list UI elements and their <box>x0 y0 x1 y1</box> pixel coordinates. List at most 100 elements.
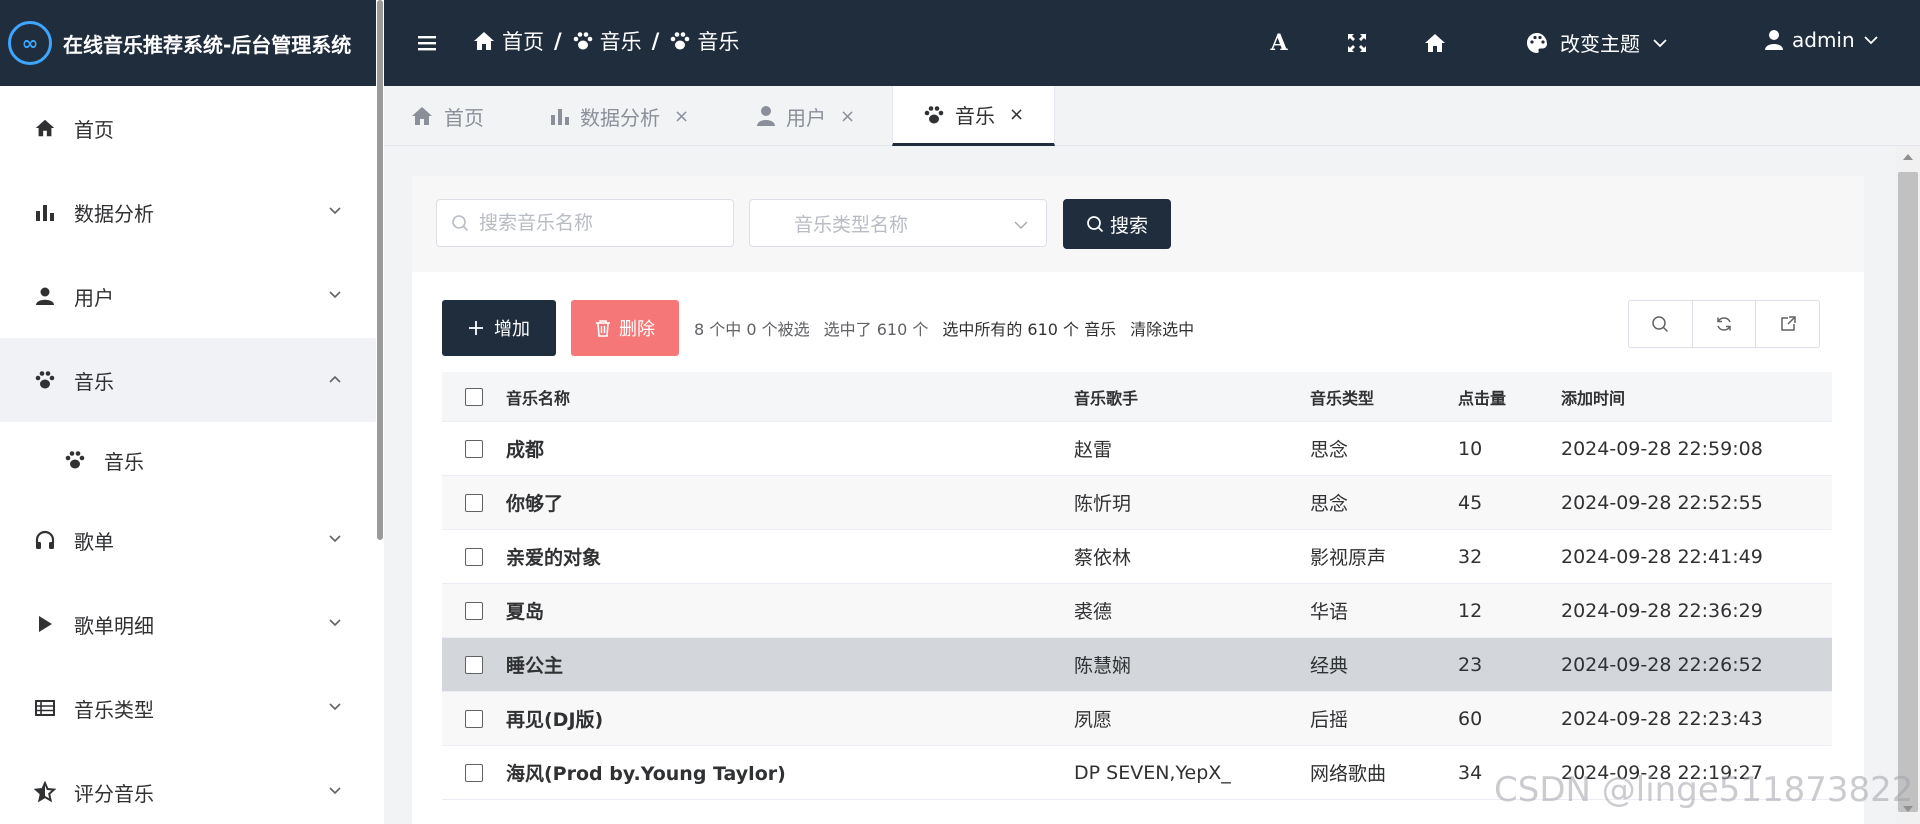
font-size-button[interactable]: A <box>1264 28 1294 58</box>
export-button[interactable] <box>1756 301 1819 347</box>
theme-dropdown[interactable]: 改变主题 <box>1526 28 1668 57</box>
sidebar-item-home[interactable]: 首页 <box>0 86 376 170</box>
breadcrumb-label: 音乐 <box>599 30 642 54</box>
music-name-search[interactable] <box>436 199 734 247</box>
tab-users[interactable]: 用户 × <box>756 86 855 146</box>
chevron-down-icon <box>1863 32 1879 48</box>
clear-selection-link[interactable]: 清除选中 <box>1130 316 1194 340</box>
fullscreen-icon <box>1342 28 1372 58</box>
table-row[interactable]: 亲爱的对象 蔡依林 影视原声 32 2024-09-28 22:41:49 <box>442 530 1832 584</box>
column-header[interactable]: 音乐歌手 <box>1074 385 1310 409</box>
music-name-link[interactable]: 再见(DJ版) <box>506 705 1074 732</box>
clicks-cell: 45 <box>1458 491 1483 514</box>
scroll-up-icon[interactable] <box>1903 154 1913 160</box>
table-header: 音乐名称 音乐歌手 音乐类型 点击量 添加时间 <box>442 372 1832 422</box>
user-dropdown[interactable]: admin <box>1764 28 1879 52</box>
page-scrollbar[interactable] <box>1896 146 1920 824</box>
music-type-select[interactable]: 音乐类型名称 <box>749 199 1047 247</box>
add-button-label: 增加 <box>494 319 530 340</box>
sidebar-item-users[interactable]: 用户 <box>0 254 376 338</box>
selected-total: 选中了 610 个 <box>823 320 929 339</box>
tab-label: 用户 <box>786 105 826 130</box>
row-checkbox[interactable] <box>465 763 483 782</box>
page-scrollbar-thumb[interactable] <box>1898 172 1918 812</box>
breadcrumb-music[interactable]: 音乐 <box>572 26 642 56</box>
paw-icon <box>34 369 56 391</box>
sidebar-item-rated-music[interactable]: 评分音乐 <box>0 750 376 824</box>
selection-count: 8 个中 0 个被选 <box>694 320 810 339</box>
watermark: CSDN @linge511873822 <box>1494 770 1914 810</box>
search-input[interactable] <box>479 212 719 234</box>
tab-music[interactable]: 音乐 × <box>892 86 1056 146</box>
export-icon <box>1779 315 1797 333</box>
home-icon <box>472 29 496 53</box>
select-all-link[interactable]: 选中所有的 610 个 音乐 <box>942 316 1116 340</box>
music-name-link[interactable]: 你够了 <box>506 489 1074 516</box>
theme-label: 改变主题 <box>1560 32 1640 56</box>
search-button[interactable]: 搜索 <box>1063 199 1171 249</box>
sidebar-subitem-label: 音乐 <box>104 449 144 474</box>
table-row[interactable]: 你够了 陈忻玥 思念 45 2024-09-28 22:52:55 <box>442 476 1832 530</box>
fullscreen-button[interactable] <box>1342 28 1372 58</box>
type-cell: 思念 <box>1310 439 1349 461</box>
table-row[interactable]: 夏岛 裘德 华语 12 2024-09-28 22:36:29 <box>442 584 1832 638</box>
music-name-link[interactable]: 睡公主 <box>506 651 1074 678</box>
row-checkbox[interactable] <box>465 601 483 620</box>
sidebar-item-analytics[interactable]: 数据分析 <box>0 170 376 254</box>
tab-bar: 首页 数据分析 × 用户 × 音乐 × <box>384 86 1920 146</box>
sidebar-item-playlist-details[interactable]: 歌单明细 <box>0 582 376 666</box>
chevron-down-icon <box>328 784 342 798</box>
delete-button[interactable]: 删除 <box>571 300 679 356</box>
sidebar-item-label: 用户 <box>74 285 114 310</box>
menu-toggle-icon[interactable] <box>416 33 438 53</box>
sidebar-subitem-music[interactable]: 音乐 <box>0 422 376 498</box>
music-name-link[interactable]: 亲爱的对象 <box>506 543 1074 570</box>
user-icon <box>1764 29 1784 51</box>
breadcrumb-music-current: 音乐 <box>669 26 739 56</box>
tab-analytics[interactable]: 数据分析 × <box>550 86 689 146</box>
add-button[interactable]: 增加 <box>442 300 556 356</box>
row-checkbox[interactable] <box>465 655 483 674</box>
column-header[interactable]: 音乐名称 <box>506 385 1074 409</box>
close-icon[interactable]: × <box>840 106 855 127</box>
toggle-search-button[interactable] <box>1629 301 1693 347</box>
time-cell: 2024-09-28 22:26:52 <box>1561 653 1763 676</box>
sidebar-item-playlists[interactable]: 歌单 <box>0 498 376 582</box>
row-checkbox[interactable] <box>465 709 483 728</box>
row-checkbox[interactable] <box>465 547 483 566</box>
row-checkbox[interactable] <box>465 439 483 458</box>
row-checkbox[interactable] <box>465 493 483 512</box>
tab-home[interactable]: 首页 <box>410 86 484 146</box>
app-title: 在线音乐推荐系统-后台管理系统 <box>63 32 352 57</box>
topbar: 首页 / 音乐 / 音乐 A 改变主题 admin <box>384 0 1920 86</box>
table-row[interactable]: 再见(DJ版) 夙愿 后摇 60 2024-09-28 22:23:43 <box>442 692 1832 746</box>
home-icon <box>1420 28 1450 58</box>
play-icon <box>34 613 56 635</box>
time-cell: 2024-09-28 22:36:29 <box>1561 599 1763 622</box>
music-name-link[interactable]: 海风(Prod by.Young Taylor) <box>506 759 1074 786</box>
table-row[interactable]: 睡公主 陈慧娴 经典 23 2024-09-28 22:26:52 <box>442 638 1832 692</box>
sidebar-scrollbar-thumb[interactable] <box>377 0 383 540</box>
bar-chart-icon <box>550 106 570 126</box>
music-name-link[interactable]: 成都 <box>506 435 1074 462</box>
table-row[interactable]: 成都 赵雷 思念 10 2024-09-28 22:59:08 <box>442 422 1832 476</box>
star-icon <box>34 781 56 803</box>
sidebar-item-music[interactable]: 音乐 <box>0 338 376 422</box>
column-header[interactable]: 添加时间 <box>1561 385 1832 409</box>
brand-header: ∞ 在线音乐推荐系统-后台管理系统 <box>0 0 376 86</box>
sidebar-scrollbar[interactable] <box>376 0 384 824</box>
close-icon[interactable]: × <box>674 106 689 127</box>
type-cell: 华语 <box>1310 601 1349 623</box>
close-icon[interactable]: × <box>1009 104 1024 125</box>
column-header[interactable]: 音乐类型 <box>1310 385 1458 409</box>
tab-label: 首页 <box>444 105 484 130</box>
sidebar-item-music-types[interactable]: 音乐类型 <box>0 666 376 750</box>
breadcrumb-home[interactable]: 首页 <box>472 26 544 56</box>
refresh-button[interactable] <box>1693 301 1757 347</box>
sidebar-item-label: 歌单明细 <box>74 613 154 638</box>
music-name-link[interactable]: 夏岛 <box>506 597 1074 624</box>
home-shortcut-button[interactable] <box>1420 28 1450 58</box>
clicks-cell: 60 <box>1458 707 1483 730</box>
column-header[interactable]: 点击量 <box>1458 385 1561 409</box>
select-all-checkbox[interactable] <box>465 387 483 406</box>
